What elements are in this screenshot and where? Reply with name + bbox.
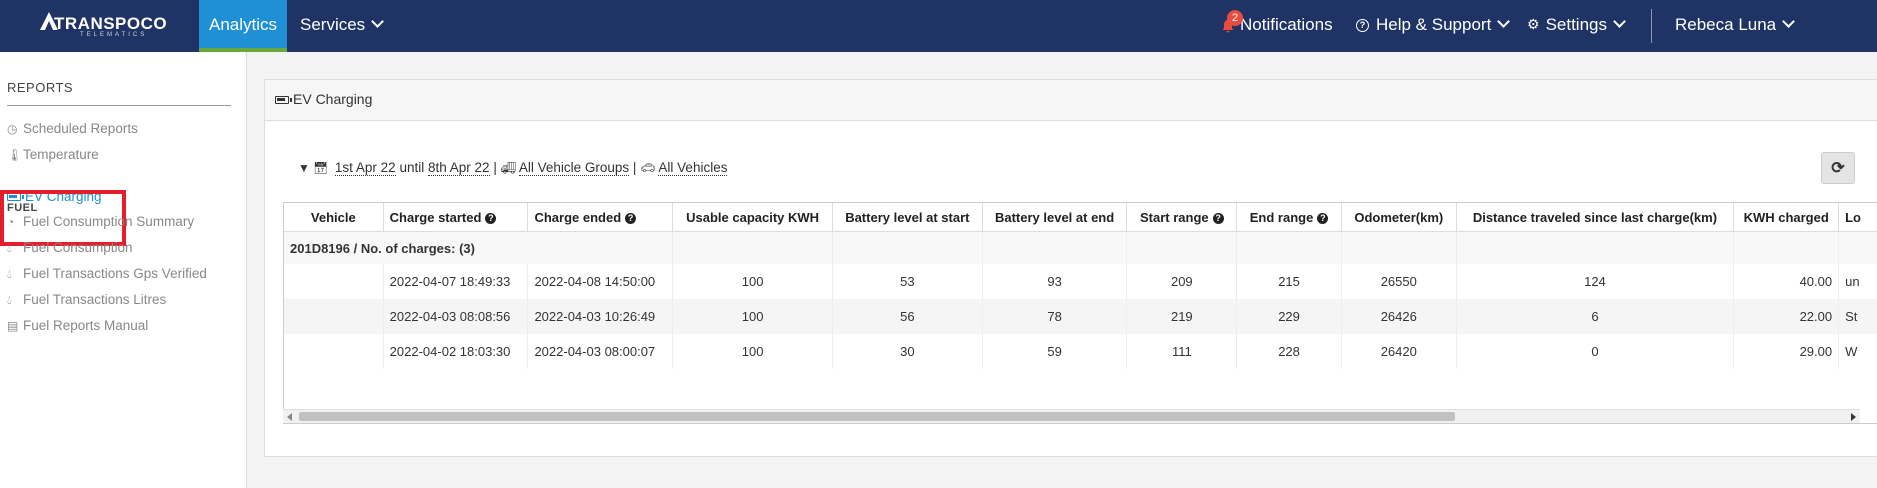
date-to-link[interactable]: 8th Apr 22 — [427, 160, 490, 176]
drop-icon: 💧︎ — [7, 293, 12, 307]
vehicles-link[interactable]: All Vehicles — [658, 160, 728, 176]
question-circle-icon: ? — [625, 212, 637, 224]
col-header-battery-start[interactable]: Battery level at start — [832, 203, 983, 232]
ev-charging-panel: EV Charging ▼ 📅︎ 1st Apr 22 until 8th Apr… — [264, 79, 1877, 457]
sidebar-item-label: Fuel Transactions Litres — [23, 292, 167, 307]
nav-user-name: Rebeca Luna — [1675, 15, 1777, 34]
thermometer-icon: 🌡︎ — [7, 148, 23, 162]
chevron-down-icon — [1613, 15, 1626, 28]
chevron-down-icon — [1782, 15, 1796, 28]
filter-separator: | — [632, 160, 637, 175]
sidebar-divider — [7, 105, 231, 106]
ev-charging-table: Vehicle Charge started? Charge ended? Us… — [284, 203, 1877, 369]
nav-divider — [1651, 9, 1652, 43]
nav-settings-label: Settings — [1545, 15, 1607, 34]
filter-icon: ▼ — [298, 161, 310, 175]
panel-title-text: EV Charging — [293, 91, 373, 107]
col-header-charge-ended[interactable]: Charge ended? — [527, 203, 674, 232]
sidebar-item-fuel-transactions-litres[interactable]: 💧︎ Fuel Transactions Litres — [7, 292, 166, 308]
sidebar-item-label: Fuel Transactions Gps Verified — [23, 266, 207, 281]
clock-icon: ◷ — [7, 122, 18, 136]
vehicle-groups-link[interactable]: All Vehicle Groups — [518, 160, 630, 176]
nav-analytics-tab[interactable]: Analytics — [199, 0, 287, 52]
sidebar-item-label: Fuel Consumption — [23, 240, 133, 255]
sidebar-item-fuel-reports-manual[interactable]: ▤ Fuel Reports Manual — [7, 318, 148, 333]
table-row[interactable]: 2022-04-03 08:08:56 2022-04-03 10:26:49 … — [284, 299, 1877, 334]
top-navbar: TRANSPOCO TELEMATICS Analytics Services … — [0, 0, 1877, 52]
filter-separator: | — [493, 160, 497, 175]
until-text: until — [399, 160, 425, 175]
book-icon: ▤ — [7, 319, 19, 333]
car-icon: 🚗︎ — [640, 161, 656, 175]
reports-sidebar: REPORTS ◷ Scheduled Reports 🌡︎Temperature… — [0, 52, 247, 488]
table-horizontal-scrollbar[interactable] — [283, 409, 1860, 423]
table-group-row: 201D8196 / No. of charges: (3) — [284, 231, 1877, 264]
table-row[interactable]: 2022-04-07 18:49:33 2022-04-08 14:50:00 … — [284, 264, 1877, 299]
panel-header: EV Charging — [265, 80, 1877, 121]
col-header-end-range[interactable]: End range? — [1236, 203, 1342, 232]
logo-text: TRANSPOCO — [54, 14, 168, 33]
sidebar-item-label: Scheduled Reports — [23, 121, 138, 136]
col-header-start-range[interactable]: Start range? — [1126, 203, 1238, 232]
dashboard-icon: ◔ — [7, 215, 15, 229]
sidebar-item-label: Fuel Reports Manual — [23, 318, 149, 333]
col-header-distance[interactable]: Distance traveled since last charge(km) — [1456, 203, 1735, 232]
col-header-usable-capacity[interactable]: Usable capacity KWH — [672, 203, 833, 232]
scroll-right-arrow-icon[interactable] — [1851, 413, 1856, 421]
sidebar-item-fuel-consumption[interactable]: 💧︎ Fuel Consumption — [7, 240, 133, 256]
date-from-link[interactable]: 1st Apr 22 — [334, 160, 396, 176]
notification-count-badge: 2 — [1227, 10, 1243, 26]
col-header-battery-end[interactable]: Battery level at end — [982, 203, 1128, 232]
battery-icon — [275, 96, 292, 104]
logo-subtext: TELEMATICS — [80, 32, 148, 38]
bell-icon: 2 — [1222, 10, 1243, 33]
refresh-icon: ⟳ — [1831, 160, 1845, 177]
nav-settings-menu[interactable]: ⚙ Settings — [1527, 0, 1626, 52]
group-label: 201D8196 / No. of charges: (3) — [284, 231, 674, 264]
question-circle-icon: ? — [1317, 212, 1329, 224]
transpoco-logo[interactable]: TRANSPOCO TELEMATICS — [40, 12, 167, 38]
scrollbar-thumb[interactable] — [299, 412, 1455, 421]
sidebar-item-fuel-transactions-gps-verified[interactable]: 💧︎ Fuel Transactions Gps Verified — [7, 266, 207, 282]
nav-notifications[interactable]: 2 Notifications — [1222, 0, 1333, 52]
nav-help-label: Help & Support — [1376, 15, 1492, 34]
nav-analytics-label: Analytics — [208, 15, 278, 34]
nav-services-label: Services — [300, 15, 366, 34]
sidebar-item-fuel-consumption-summary[interactable]: ◔ Fuel Consumption Summary — [7, 214, 194, 229]
col-header-location[interactable]: Lo — [1838, 203, 1877, 232]
sidebar-item-scheduled-reports[interactable]: ◷ Scheduled Reports — [7, 121, 138, 136]
nav-notifications-label: Notifications — [1240, 15, 1333, 34]
question-circle-icon: ? — [1212, 212, 1224, 224]
chevron-down-icon — [371, 15, 385, 28]
nav-services-menu[interactable]: Services — [300, 0, 385, 52]
question-circle-icon: ? — [1356, 19, 1369, 32]
drop-icon: 💧︎ — [7, 267, 12, 281]
col-header-vehicle[interactable]: Vehicle — [284, 203, 384, 232]
calendar-icon: 📅︎ — [312, 161, 329, 175]
col-header-charge-started[interactable]: Charge started? — [383, 203, 529, 232]
sidebar-item-label: Fuel Consumption Summary — [23, 214, 195, 229]
nav-user-menu[interactable]: Rebeca Luna — [1675, 0, 1796, 52]
chevron-down-icon — [1497, 15, 1511, 28]
col-header-kwh-charged[interactable]: KWH charged — [1733, 203, 1840, 232]
col-header-odometer[interactable]: Odometer(km) — [1341, 203, 1457, 232]
panel-title: EV Charging — [275, 91, 372, 107]
sidebar-section-title: REPORTS — [7, 80, 74, 95]
report-filters: ▼ 📅︎ 1st Apr 22 until 8th Apr 22 | 🚚︎ All … — [298, 160, 728, 176]
gear-icon: ⚙ — [1527, 16, 1540, 32]
refresh-button[interactable]: ⟳ — [1821, 152, 1855, 184]
nav-help-menu[interactable]: ? Help & Support — [1356, 0, 1511, 52]
ev-charging-table-container[interactable]: Vehicle Charge started? Charge ended? Us… — [283, 202, 1877, 424]
sidebar-item-label: Temperature — [23, 147, 99, 162]
sidebar-item-temperature[interactable]: 🌡︎Temperature — [7, 147, 99, 162]
table-header-row: Vehicle Charge started? Charge ended? Us… — [284, 203, 1877, 232]
table-row[interactable]: 2022-04-02 18:03:30 2022-04-03 08:00:07 … — [284, 334, 1877, 369]
scroll-left-arrow-icon[interactable] — [287, 413, 292, 421]
truck-icon: 🚚︎ — [500, 161, 516, 175]
drop-icon: 💧︎ — [7, 241, 12, 255]
question-circle-icon: ? — [485, 212, 497, 224]
